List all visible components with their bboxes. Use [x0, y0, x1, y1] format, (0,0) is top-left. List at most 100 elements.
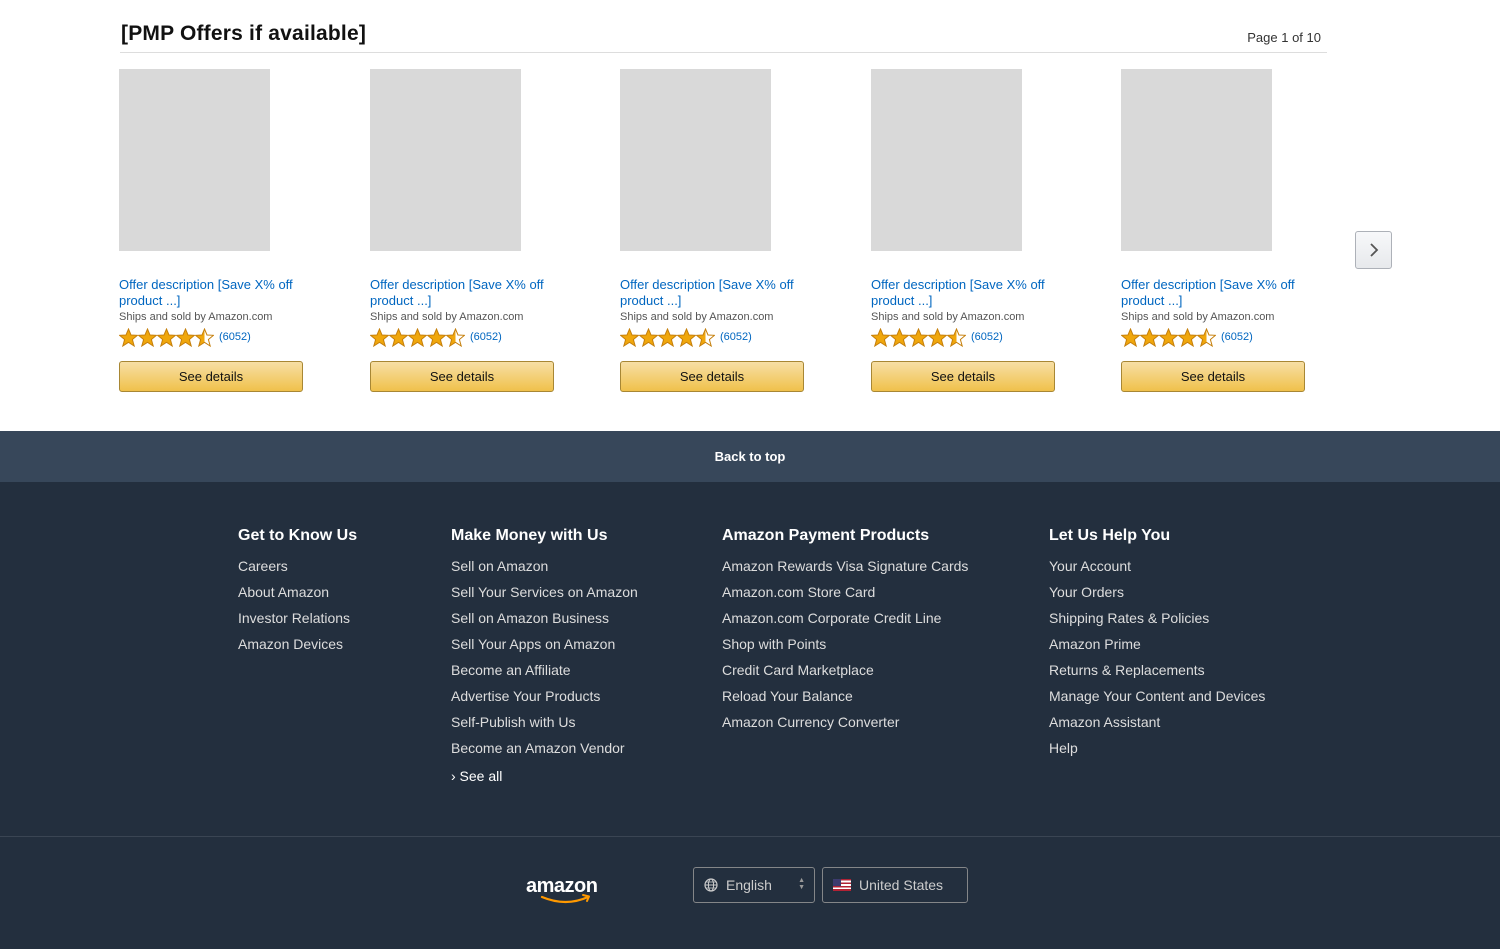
footer-column-help: Let Us Help You Your Account Your Orders…	[1049, 527, 1265, 765]
footer-link[interactable]: Careers	[238, 557, 357, 583]
offer-card: Offer description [Save X% off product ..…	[620, 69, 820, 392]
rating-count-link[interactable]: (6052)	[1221, 331, 1253, 343]
see-details-button[interactable]: See details	[871, 361, 1055, 392]
footer-column-payment-products: Amazon Payment Products Amazon Rewards V…	[722, 527, 968, 739]
offer-card: Offer description [Save X% off product ..…	[1121, 69, 1321, 392]
footer-link[interactable]: Become an Amazon Vendor	[451, 739, 638, 765]
offers-title: [PMP Offers if available]	[121, 22, 367, 45]
footer-link[interactable]: Become an Affiliate	[451, 661, 638, 687]
rating-count-link[interactable]: (6052)	[470, 331, 502, 343]
star-rating[interactable]	[1121, 327, 1216, 347]
product-image[interactable]	[1121, 69, 1272, 251]
seller-info: Ships and sold by Amazon.com	[119, 311, 273, 323]
footer-link[interactable]: Shipping Rates & Policies	[1049, 609, 1265, 635]
footer-link[interactable]: Help	[1049, 739, 1265, 765]
footer-link[interactable]: Amazon Assistant	[1049, 713, 1265, 739]
back-to-top-button[interactable]: Back to top	[0, 431, 1500, 482]
star-icon	[871, 327, 890, 347]
chevron-right-icon	[1369, 243, 1378, 257]
see-details-button[interactable]: See details	[1121, 361, 1305, 392]
rating-count-link[interactable]: (6052)	[219, 331, 251, 343]
offer-description-link[interactable]: Offer description [Save X% off product ..…	[1121, 277, 1316, 309]
offers-section: [PMP Offers if available] Page 1 of 10 O…	[0, 0, 1500, 431]
star-icon	[138, 327, 157, 347]
star-icon	[909, 327, 928, 347]
page-indicator: Page 1 of 10	[1247, 30, 1321, 45]
language-selector[interactable]: English ▲ ▼	[693, 867, 815, 903]
offer-description-line: product ...]	[370, 293, 432, 308]
see-details-button[interactable]: See details	[620, 361, 804, 392]
rating: (6052)	[119, 327, 319, 347]
footer-link[interactable]: Investor Relations	[238, 609, 357, 635]
star-icon	[1178, 327, 1197, 347]
rating: (6052)	[620, 327, 820, 347]
up-down-arrows-icon: ▲ ▼	[798, 877, 805, 891]
star-icon	[195, 327, 214, 347]
footer-link[interactable]: Your Orders	[1049, 583, 1265, 609]
product-image[interactable]	[370, 69, 521, 251]
footer-link[interactable]: Advertise Your Products	[451, 687, 638, 713]
footer-link[interactable]: Amazon.com Store Card	[722, 583, 968, 609]
product-image[interactable]	[119, 69, 270, 251]
product-image[interactable]	[620, 69, 771, 251]
see-details-button[interactable]: See details	[370, 361, 554, 392]
star-rating[interactable]	[871, 327, 966, 347]
offer-description-link[interactable]: Offer description [Save X% off product ..…	[620, 277, 815, 309]
offer-description-line: product ...]	[1121, 293, 1183, 308]
footer-column-get-to-know-us: Get to Know Us Careers About Amazon Inve…	[238, 527, 357, 661]
footer-link[interactable]: Sell Your Apps on Amazon	[451, 635, 638, 661]
star-icon	[890, 327, 909, 347]
footer-link[interactable]: Your Account	[1049, 557, 1265, 583]
offer-description-link[interactable]: Offer description [Save X% off product ..…	[370, 277, 565, 309]
footer-link[interactable]: Sell on Amazon Business	[451, 609, 638, 635]
footer-column-title: Get to Know Us	[238, 527, 358, 544]
footer-link[interactable]: Manage Your Content and Devices	[1049, 687, 1265, 713]
star-icon	[370, 327, 389, 347]
offer-card: Offer description [Save X% off product ..…	[119, 69, 319, 392]
rating: (6052)	[370, 327, 570, 347]
see-details-button[interactable]: See details	[119, 361, 303, 392]
rating: (6052)	[871, 327, 1071, 347]
star-icon	[389, 327, 408, 347]
offer-description-line: product ...]	[871, 293, 933, 308]
offers-header: [PMP Offers if available] Page 1 of 10	[120, 20, 1327, 53]
footer-column-title: Let Us Help You	[1049, 527, 1171, 544]
offer-description-line: Offer description [Save X% off	[370, 277, 544, 292]
footer-link[interactable]: Reload Your Balance	[722, 687, 968, 713]
country-selector[interactable]: United States	[822, 867, 968, 903]
footer-link[interactable]: Returns & Replacements	[1049, 661, 1265, 687]
star-icon	[1121, 327, 1140, 347]
offer-description-link[interactable]: Offer description [Save X% off product ..…	[871, 277, 1066, 309]
footer-link[interactable]: Amazon Currency Converter	[722, 713, 968, 739]
offer-description-link[interactable]: Offer description [Save X% off product ..…	[119, 277, 314, 309]
offer-description-line: Offer description [Save X% off	[871, 277, 1045, 292]
footer-link[interactable]: Shop with Points	[722, 635, 968, 661]
footer-link[interactable]: Sell on Amazon	[451, 557, 638, 583]
offer-card: Offer description [Save X% off product ..…	[871, 69, 1071, 392]
footer-column-title: Make Money with Us	[451, 527, 608, 544]
footer-link[interactable]: Amazon Prime	[1049, 635, 1265, 661]
footer-column-title: Amazon Payment Products	[722, 527, 930, 544]
footer-link[interactable]: Credit Card Marketplace	[722, 661, 968, 687]
see-all-link[interactable]: › See all	[451, 767, 638, 793]
us-flag-icon	[833, 879, 851, 891]
star-rating[interactable]	[620, 327, 715, 347]
rating-count-link[interactable]: (6052)	[971, 331, 1003, 343]
product-image[interactable]	[871, 69, 1022, 251]
star-icon	[1140, 327, 1159, 347]
footer-link[interactable]: Sell Your Services on Amazon	[451, 583, 638, 609]
footer-link[interactable]: Amazon.com Corporate Credit Line	[722, 609, 968, 635]
star-rating[interactable]	[119, 327, 214, 347]
amazon-logo[interactable]: amazon	[526, 875, 610, 905]
footer-link[interactable]: Amazon Devices	[238, 635, 357, 661]
footer-link[interactable]: Self-Publish with Us	[451, 713, 638, 739]
footer-bottom: amazon English ▲ ▼ United States	[0, 837, 1500, 949]
offer-description-line: product ...]	[119, 293, 181, 308]
globe-icon	[704, 878, 718, 892]
star-icon	[677, 327, 696, 347]
rating-count-link[interactable]: (6052)	[720, 331, 752, 343]
star-rating[interactable]	[370, 327, 465, 347]
next-page-button[interactable]	[1355, 231, 1392, 269]
footer-link[interactable]: Amazon Rewards Visa Signature Cards	[722, 557, 968, 583]
footer-link[interactable]: About Amazon	[238, 583, 357, 609]
